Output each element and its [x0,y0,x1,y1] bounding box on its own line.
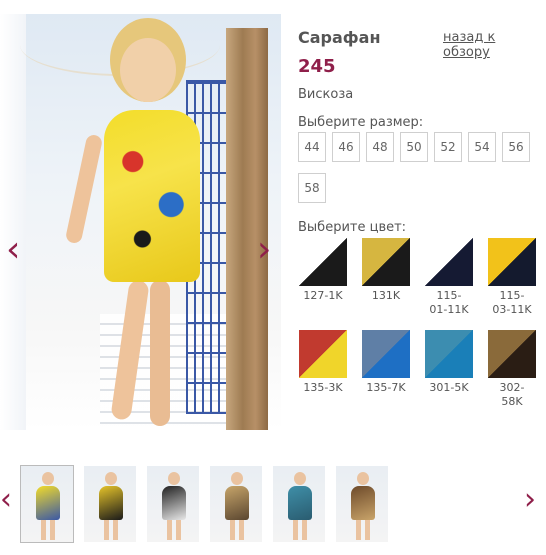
product-title: Сарафан [298,28,381,47]
color-code-line: 135-7K [366,381,406,394]
color-code-label: 115- 03-11K [477,289,546,317]
thumbnail[interactable] [210,466,262,542]
product-price: 245 [298,56,336,77]
model-leg [150,280,170,426]
color-swatch[interactable] [362,238,410,286]
photo-prev-arrow-icon[interactable]: ‹ [6,232,20,268]
color-code-line: 01-11K [429,303,469,316]
size-option[interactable]: 44 [298,132,326,162]
color-code-line: 03-11K [492,303,532,316]
color-code-line: 115- [499,289,525,302]
thumbnail-model-head [168,472,180,485]
color-code-line: 302- [499,381,525,394]
model-head [120,38,176,102]
color-code-line: 135-3K [303,381,343,394]
thumbs-prev-arrow-icon[interactable]: ‹ [0,482,12,518]
thumbnail-model-legs [356,520,370,540]
thumbnail-model-dress [36,486,60,520]
thumbnail-model-dress [225,486,249,520]
photo-wall [0,14,26,430]
color-code-label: 302- 58K [477,381,546,409]
thumbnail-model-legs [167,520,181,540]
color-code-line: 301-5K [429,381,469,394]
color-swatch[interactable] [299,238,347,286]
thumbnail-model-legs [41,520,55,540]
color-code-label: 131K [351,289,421,303]
color-code-label: 135-3K [288,381,358,395]
model-arm [64,133,104,245]
thumbnail-model-legs [230,520,244,540]
color-code-line: 115- [436,289,462,302]
color-code-line: 127-1K [303,289,343,302]
thumbnail-model-head [105,472,117,485]
size-label: Выберите размер: [298,115,424,130]
thumbnail-model-legs [293,520,307,540]
color-code-label: 301-5K [414,381,484,395]
size-option[interactable]: 52 [434,132,462,162]
thumbnail-model-head [231,472,243,485]
color-swatch[interactable] [488,238,536,286]
thumbnail[interactable] [147,466,199,542]
size-option[interactable]: 56 [502,132,530,162]
size-option[interactable]: 48 [366,132,394,162]
color-swatch[interactable] [425,238,473,286]
model-dress [104,110,200,282]
photo-next-arrow-icon[interactable]: › [257,232,271,268]
back-to-overview-link[interactable]: назад к обзору [443,30,546,60]
color-code-label: 127-1K [288,289,358,303]
color-swatch[interactable] [425,330,473,378]
thumbnail[interactable] [84,466,136,542]
size-option[interactable]: 58 [298,173,326,203]
thumbnail[interactable] [273,466,325,542]
thumbnail-model-dress [162,486,186,520]
color-code-line: 131K [371,289,401,302]
size-option[interactable]: 54 [468,132,496,162]
color-label: Выберите цвет: [298,220,407,235]
thumbnail-model-dress [351,486,375,520]
product-fabric: Вискоза [298,87,354,102]
thumbnail-model-dress [288,486,312,520]
thumbnail-model-legs [104,520,118,540]
color-swatch[interactable] [362,330,410,378]
color-swatch[interactable] [299,330,347,378]
color-code-label: 135-7K [351,381,421,395]
thumbs-next-arrow-icon[interactable]: › [524,482,536,518]
thumbnail-model-head [42,472,54,485]
color-swatch[interactable] [488,330,536,378]
thumbnail-model-head [357,472,369,485]
thumbnail[interactable] [20,465,74,543]
size-option[interactable]: 46 [332,132,360,162]
color-code-label: 115- 01-11K [414,289,484,317]
main-product-photo [0,14,281,430]
thumbnail[interactable] [336,466,388,542]
thumbnail-model-head [294,472,306,485]
thumbnail-model-dress [99,486,123,520]
color-code-line: 58K [501,395,523,408]
size-option[interactable]: 50 [400,132,428,162]
